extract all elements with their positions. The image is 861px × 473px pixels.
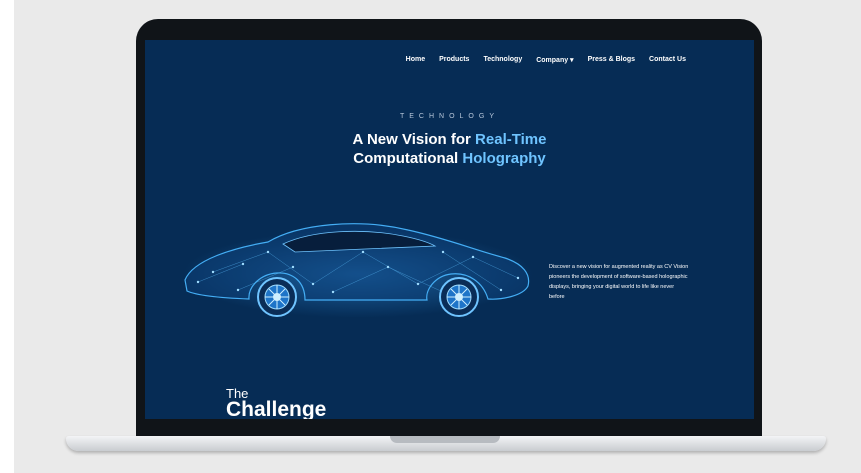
hero-title-highlight-1: Real-Time bbox=[475, 131, 547, 148]
laptop-screen: Home Products Technology Company ▾ Press… bbox=[145, 40, 754, 419]
nav-products[interactable]: Products bbox=[439, 56, 469, 64]
section-eyebrow: TECHNOLOGY bbox=[399, 113, 499, 120]
hero-title-text-2: Computational bbox=[353, 150, 463, 167]
nav-technology[interactable]: Technology bbox=[483, 56, 522, 64]
challenge-heading: Challenge bbox=[226, 398, 327, 419]
hero-title-text-1: A New Vision for bbox=[352, 131, 476, 148]
hero-description: Discover a new vision for augmented real… bbox=[549, 263, 689, 300]
nav-home[interactable]: Home bbox=[406, 56, 425, 64]
nav-contact-us[interactable]: Contact Us bbox=[649, 56, 686, 64]
main-nav: Home Products Technology Company ▾ Press… bbox=[406, 56, 686, 64]
front-wheel-icon bbox=[257, 277, 297, 317]
hero-title: A New Vision for Real-Time Computational… bbox=[145, 130, 754, 168]
nav-press-blogs[interactable]: Press & Blogs bbox=[588, 56, 635, 64]
hero-title-line2: Computational Holography bbox=[145, 149, 754, 168]
hero-title-line1: A New Vision for Real-Time bbox=[145, 130, 754, 149]
hero-title-highlight-2: Holography bbox=[462, 150, 546, 167]
holographic-car-icon bbox=[183, 223, 533, 317]
rear-wheel-icon bbox=[439, 277, 479, 317]
page-edge bbox=[0, 0, 14, 473]
laptop-notch bbox=[390, 436, 500, 443]
nav-company-dropdown[interactable]: Company ▾ bbox=[536, 56, 573, 64]
